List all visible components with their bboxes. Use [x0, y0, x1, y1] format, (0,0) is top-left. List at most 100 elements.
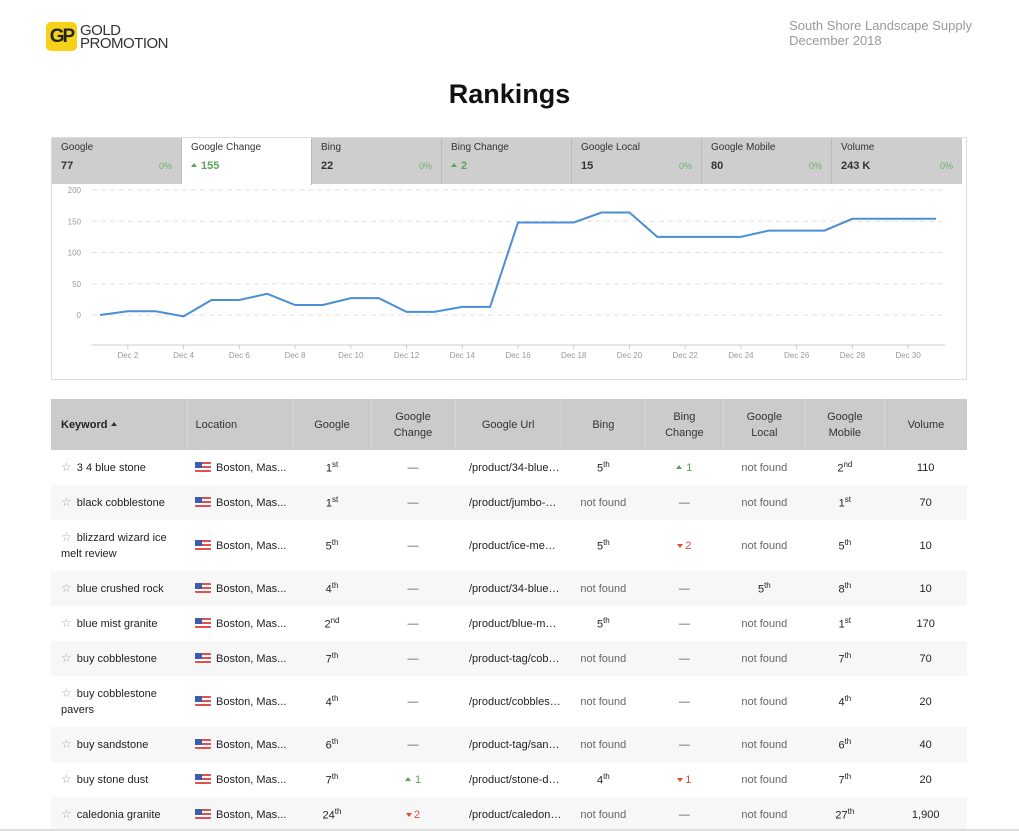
- favorite-star-icon[interactable]: ☆: [61, 772, 72, 786]
- rankings-line-chart: 0 50 100 150 200 Dec 2 Dec 4 Dec 6 Dec 8 Dec 10 De…: [68, 186, 945, 360]
- data-point[interactable]: [515, 220, 521, 226]
- no-change: —: [407, 582, 419, 595]
- column-header-keyword[interactable]: Keyword: [51, 399, 188, 450]
- data-point[interactable]: [404, 309, 410, 315]
- report-period: December 2018: [789, 33, 882, 48]
- trend-up-icon: [191, 163, 197, 167]
- data-point[interactable]: [153, 308, 159, 314]
- data-point[interactable]: [376, 295, 382, 301]
- google-change-cell: 2: [371, 797, 455, 831]
- google-url-link[interactable]: /product/34-blue…: [469, 583, 560, 595]
- column-header-volume[interactable]: Volume: [884, 399, 967, 450]
- favorite-star-icon[interactable]: ☆: [61, 651, 72, 665]
- data-point[interactable]: [905, 216, 911, 222]
- column-header-google-local[interactable]: Google Local: [723, 399, 806, 450]
- column-header-location[interactable]: Location: [187, 399, 294, 450]
- table-row: ☆ blue crushed rock Boston, Mas... 4th — /pro…: [51, 571, 967, 606]
- column-header-google-url[interactable]: Google Url: [455, 399, 562, 450]
- data-point[interactable]: [877, 216, 883, 222]
- data-point[interactable]: [822, 228, 828, 234]
- rank-change-down: 2: [405, 809, 420, 821]
- google-url-link[interactable]: /product/stone-d…: [469, 774, 560, 786]
- data-point[interactable]: [710, 234, 716, 240]
- column-header-bing[interactable]: Bing: [561, 399, 646, 450]
- data-point[interactable]: [849, 216, 855, 222]
- data-point[interactable]: [933, 216, 939, 222]
- x-tick-label: Dec 16: [505, 351, 531, 360]
- data-point[interactable]: [571, 220, 577, 226]
- data-point[interactable]: [487, 304, 493, 310]
- tab-bing[interactable]: Bing 22 0%: [312, 138, 442, 184]
- volume-cell: 1,900: [884, 797, 967, 831]
- google-url-link[interactable]: /product/34-blue…: [469, 462, 560, 474]
- tab-google-local[interactable]: Google Local 15 0%: [572, 138, 702, 184]
- data-point[interactable]: [264, 291, 270, 297]
- data-point[interactable]: [654, 234, 660, 240]
- favorite-star-icon[interactable]: ☆: [61, 581, 72, 595]
- keyword-cell: ☆ blue crushed rock: [51, 571, 187, 606]
- google-url-link[interactable]: /product-tag/cob…: [469, 653, 560, 665]
- column-header-google[interactable]: Google: [293, 399, 372, 450]
- tab-percent-change: 0%: [418, 161, 432, 171]
- no-change: —: [678, 617, 690, 630]
- keyword-text: buy cobblestone pavers: [61, 688, 157, 716]
- x-tick-label: Dec 30: [895, 351, 921, 360]
- favorite-star-icon[interactable]: ☆: [61, 807, 72, 821]
- tab-google-mobile[interactable]: Google Mobile 80 0%: [702, 138, 832, 184]
- no-change: —: [407, 652, 419, 665]
- data-point[interactable]: [543, 220, 549, 226]
- google-url-link[interactable]: /product-tag/san…: [469, 739, 560, 751]
- favorite-star-icon[interactable]: ☆: [61, 495, 72, 509]
- column-header-bing-change[interactable]: Bing Change: [645, 399, 724, 450]
- data-point[interactable]: [766, 228, 772, 234]
- tab-bing-change[interactable]: Bing Change 2: [442, 138, 572, 184]
- data-point[interactable]: [431, 309, 437, 315]
- location-cell: Boston, Mas...: [187, 762, 293, 797]
- header-label: Google: [746, 410, 783, 423]
- column-header-google-mobile[interactable]: Google Mobile: [805, 399, 885, 450]
- google-change-cell: —: [371, 520, 455, 571]
- tab-volume[interactable]: Volume 243 K 0%: [832, 138, 962, 184]
- data-point[interactable]: [348, 295, 354, 301]
- google-change-cell: —: [371, 571, 455, 606]
- favorite-star-icon[interactable]: ☆: [61, 737, 72, 751]
- trend-up-icon: [451, 163, 457, 167]
- no-change: —: [407, 461, 419, 474]
- data-point[interactable]: [292, 302, 298, 308]
- data-point[interactable]: [236, 297, 242, 303]
- data-point[interactable]: [97, 312, 103, 318]
- favorite-star-icon[interactable]: ☆: [61, 686, 72, 700]
- y-tick-label: 150: [68, 217, 82, 226]
- data-point[interactable]: [626, 210, 632, 216]
- data-point[interactable]: [738, 234, 744, 240]
- tab-value: 77: [61, 160, 73, 172]
- google-url-link[interactable]: /product/blue-m…: [469, 618, 556, 630]
- google-url-link[interactable]: /product/ice-me…: [469, 540, 556, 552]
- data-point[interactable]: [599, 210, 605, 216]
- column-header-google-change[interactable]: Google Change: [371, 399, 456, 450]
- sort-ascending-icon: [111, 421, 118, 426]
- data-point[interactable]: [320, 302, 326, 308]
- favorite-star-icon[interactable]: ☆: [61, 616, 72, 630]
- data-point[interactable]: [682, 234, 688, 240]
- data-point[interactable]: [181, 313, 187, 319]
- data-point[interactable]: [459, 304, 465, 310]
- us-flag-icon: [195, 695, 211, 706]
- data-point[interactable]: [125, 308, 131, 314]
- rank-suffix: th: [844, 581, 852, 591]
- rank-suffix: th: [331, 651, 339, 661]
- google-url-cell: /product/jumbo-…: [455, 485, 562, 520]
- favorite-star-icon[interactable]: ☆: [61, 530, 72, 544]
- google-url-link[interactable]: /product/jumbo-…: [469, 497, 556, 509]
- data-point[interactable]: [794, 228, 800, 234]
- google-mobile-cell: 27th: [805, 797, 885, 831]
- tab-label: Bing Change: [451, 142, 509, 153]
- data-point[interactable]: [208, 297, 214, 303]
- tab-google-change[interactable]: Google Change 155: [182, 138, 312, 185]
- google-url-link[interactable]: /product/caledon…: [469, 809, 561, 821]
- favorite-star-icon[interactable]: ☆: [61, 460, 72, 474]
- bing-rank-cell: not found: [561, 727, 646, 762]
- google-url-link[interactable]: /product/cobbles…: [469, 696, 561, 708]
- tab-google[interactable]: Google 77 0%: [52, 138, 182, 184]
- table-row: ☆ buy cobblestone Boston, Mas... 7th — /produ…: [51, 641, 967, 676]
